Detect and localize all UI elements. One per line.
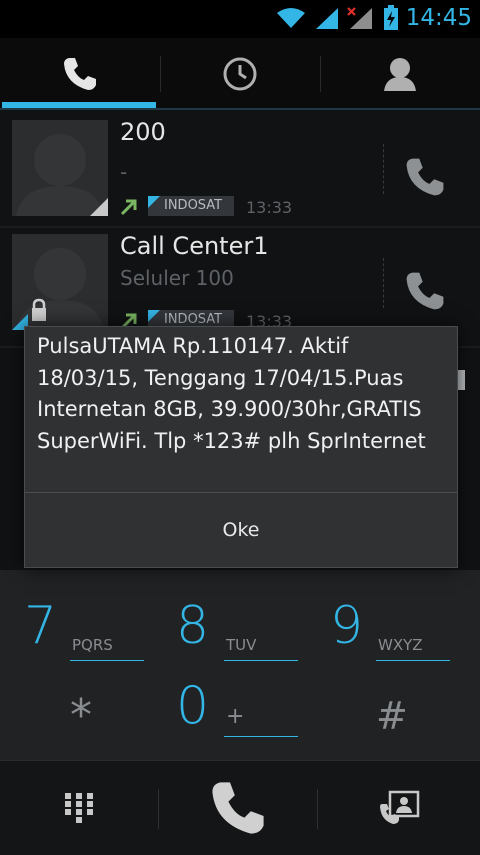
phone-icon [64,58,96,90]
wifi-icon [277,8,305,28]
bottom-action-bar [0,760,480,855]
key-digit: 7 [24,596,58,656]
call-log-item[interactable]: 200 - INDOSAT 13:33 [0,118,480,232]
call-button-icon[interactable] [402,268,448,314]
tab-recent[interactable] [160,38,320,110]
key-star[interactable]: * [0,670,160,760]
key-digit: 8 [176,596,210,656]
key-digit: 0 [176,676,210,736]
key-8[interactable]: 8 TUV [160,580,320,670]
key-letters: TUV [226,636,257,654]
dialog-message: PulsaUTAMA Rp.110147. Aktif 18/03/15, Te… [37,334,426,453]
key-digit: 9 [330,596,364,656]
signal-no-data-icon [347,7,372,29]
ok-button[interactable]: Oke [25,493,457,566]
call-button-icon[interactable] [402,154,448,200]
key-digit: * [70,690,92,741]
sim-badge: INDOSAT [148,196,234,216]
key-letters: PQRS [72,636,113,654]
tab-contacts[interactable] [320,38,480,110]
tab-bar [0,38,480,110]
contact-detail: - [120,160,128,184]
contact-photo[interactable] [12,234,108,330]
scrollbar[interactable] [457,370,465,390]
battery-charging-icon [384,5,398,30]
contact-detail: Seluler 100 [120,266,234,290]
contact-name: Call Center1 [120,232,269,260]
person-icon [384,58,416,91]
contact-card-icon [380,790,420,824]
status-bar: 14:45 [0,0,480,38]
key-letters: + [226,704,245,729]
key-7[interactable]: 7 PQRS [0,580,160,670]
clock: 14:45 [405,5,472,31]
call-icon [212,782,264,834]
key-0[interactable]: 0 + [160,670,320,760]
signal-icon [316,8,338,29]
clock-icon [223,57,257,91]
tab-phone[interactable] [0,38,160,110]
default-avatar-icon [12,248,104,330]
contact-name: 200 [120,118,166,146]
contacts-button[interactable] [318,761,480,855]
call-button[interactable] [159,761,317,855]
key-letters: WXYZ [378,636,423,654]
lock-icon [32,298,46,321]
default-avatar-icon [16,134,108,216]
dialpad-toggle-button[interactable] [0,761,158,855]
contact-photo[interactable] [12,120,108,216]
dialpad: 7 PQRS 8 TUV 9 WXYZ * 0 + # [0,570,480,760]
key-9[interactable]: 9 WXYZ [320,580,480,670]
dialpad-icon [65,793,93,823]
key-digit: # [376,694,408,738]
outgoing-call-icon [120,199,137,216]
key-hash[interactable]: # [320,670,480,760]
call-time: 13:33 [246,198,293,217]
ussd-dialog: PulsaUTAMA Rp.110147. Aktif 18/03/15, Te… [24,326,458,568]
